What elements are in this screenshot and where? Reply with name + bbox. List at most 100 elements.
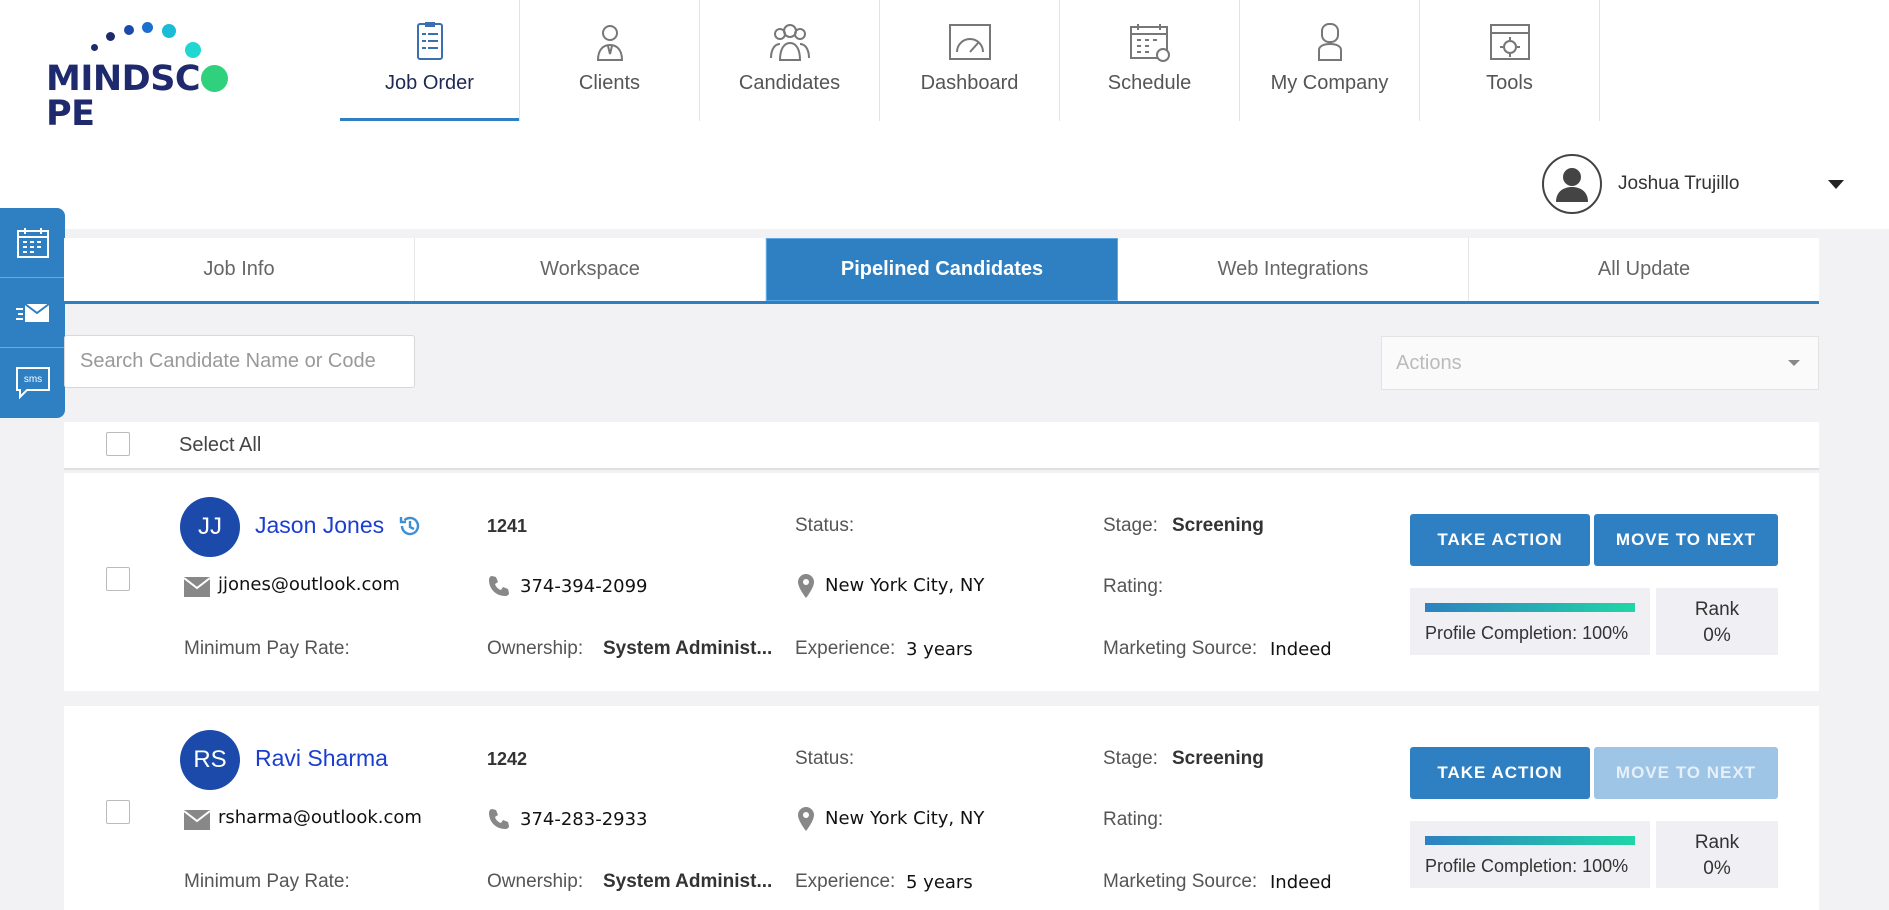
user-name: Joshua Trujillo [1618,173,1740,194]
nav-job-order[interactable]: Job Order [340,0,520,121]
candidate-code: 1242 [487,749,528,769]
marketing-source-value: Indeed [1270,639,1332,660]
chevron-down-icon [1788,360,1800,366]
experience-label: Experience: [795,871,896,892]
ownership-value: System Administ... [603,638,773,659]
candidate-phone[interactable]: 374-394-2099 [520,576,648,597]
actions-placeholder: Actions [1396,351,1462,374]
select-all-bar: Select All [64,422,1819,470]
status-label: Status: [795,748,855,769]
candidate-name-link[interactable]: Jason Jones [255,512,384,539]
profile-completion-box: Profile Completion: 100% [1410,821,1650,888]
actions-dropdown[interactable]: Actions [1381,336,1819,390]
rank-label: Rank [1694,832,1740,853]
rating-label: Rating: [1103,809,1164,830]
candidate-search-input[interactable] [64,335,415,388]
nav-dashboard[interactable]: Dashboard [880,0,1060,121]
nav-label: My Company [1270,72,1389,94]
profile-completion-bar [1425,603,1635,612]
nav-tools[interactable]: Tools [1420,0,1600,121]
nav-candidates[interactable]: Candidates [700,0,880,121]
candidate-email[interactable]: rsharma@outlook.com [218,807,422,828]
tab-workspace[interactable]: Workspace [415,238,766,301]
side-sms-button[interactable]: sms [0,348,65,418]
candidate-name-link[interactable]: Ravi Sharma [255,745,388,772]
calendar-icon [16,227,49,258]
select-all-label: Select All [179,434,262,456]
nav-label: Dashboard [920,72,1019,94]
stage-value: Screening [1172,748,1264,769]
nav-label: Clients [578,72,641,94]
candidate-checkbox[interactable] [106,800,130,824]
profile-completion-box: Profile Completion: 100% [1410,588,1650,655]
rank-box: Rank 0% [1656,588,1778,655]
nav-schedule[interactable]: Schedule [1060,0,1240,121]
rank-value: 0% [1703,858,1731,879]
tab-all-update[interactable]: All Update [1469,238,1819,301]
phone-icon [489,576,509,596]
email-icon [184,577,210,597]
app-header: MINDSCPE Job Order Clients Candidates Da… [0,0,1889,229]
sms-icon: sms [15,367,50,400]
client-person-icon [596,25,623,61]
side-email-button[interactable] [0,278,65,348]
location-pin-icon [798,574,814,598]
tab-web-integrations[interactable]: Web Integrations [1118,238,1469,301]
candidate-card: JJ Jason Jones jjones@outlook.com Minimu… [64,473,1819,691]
calendar-icon [1129,24,1170,62]
candidate-phone[interactable]: 374-283-2933 [520,809,648,830]
candidate-location: New York City, NY [825,575,985,596]
user-avatar [1542,154,1602,214]
marketing-source-label: Marketing Source: [1103,638,1258,659]
min-pay-label: Minimum Pay Rate: [184,638,350,659]
logo-text: MINDSCPE [46,62,276,132]
profile-completion-fill [1425,836,1635,845]
candidate-avatar: RS [180,730,240,790]
candidate-checkbox[interactable] [106,567,130,591]
rank-value: 0% [1703,625,1731,646]
nav-label: Tools [1486,72,1533,94]
rank-label: Rank [1694,599,1740,620]
ownership-value: System Administ... [603,871,773,892]
nav-my-company[interactable]: My Company [1240,0,1420,121]
experience-value: 3 years [906,639,973,660]
mindscope-logo[interactable]: MINDSCPE [46,18,276,132]
company-person-icon [1317,23,1342,61]
tab-job-info[interactable]: Job Info [64,238,415,301]
rank-box: Rank 0% [1656,821,1778,888]
svg-text:sms: sms [23,374,41,385]
marketing-source-value: Indeed [1270,872,1332,893]
user-menu-caret-icon[interactable] [1828,179,1844,189]
job-tabs: Job Info Workspace Pipelined Candidates … [64,238,1819,304]
job-order-icon [416,22,443,60]
candidate-location: New York City, NY [825,808,985,829]
side-calendar-button[interactable] [0,208,65,278]
profile-completion-text: Profile Completion: 100% [1425,856,1629,876]
user-menu[interactable]: Joshua Trujillo [1542,154,1844,214]
phone-icon [489,809,509,829]
nav-label: Candidates [738,72,841,94]
email-icon [184,810,210,830]
side-widget-bar: sms [0,208,65,418]
history-icon[interactable] [397,513,423,539]
take-action-button[interactable]: TAKE ACTION [1410,747,1590,799]
candidate-code: 1241 [487,516,528,536]
move-to-next-button[interactable]: MOVE TO NEXT [1594,514,1778,566]
min-pay-label: Minimum Pay Rate: [184,871,350,892]
nav-clients[interactable]: Clients [520,0,700,121]
rating-label: Rating: [1103,576,1164,597]
user-silhouette-icon [1556,168,1588,202]
tab-pipelined-candidates[interactable]: Pipelined Candidates [766,238,1118,301]
nav-label: Schedule [1107,72,1192,94]
stage-label: Stage: [1103,748,1158,769]
profile-completion-text: Profile Completion: 100% [1425,623,1629,643]
take-action-button[interactable]: TAKE ACTION [1410,514,1590,566]
candidates-group-icon [769,24,810,61]
stage-value: Screening [1172,515,1264,536]
select-all-checkbox[interactable] [106,432,130,456]
status-label: Status: [795,515,855,536]
email-icon [15,302,50,322]
move-to-next-button[interactable]: MOVE TO NEXT [1594,747,1778,799]
candidate-email[interactable]: jjones@outlook.com [218,574,400,595]
location-pin-icon [798,807,814,831]
